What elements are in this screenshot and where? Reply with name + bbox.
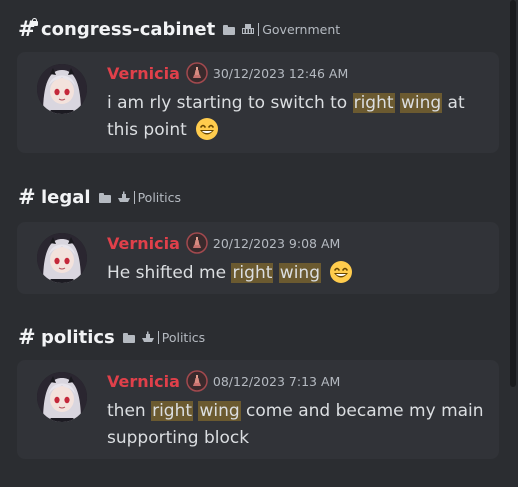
grinning-emoji-icon[interactable]: [329, 260, 353, 284]
search-highlight: right: [352, 93, 395, 113]
category-separator: [157, 330, 159, 344]
category-label: Politics: [137, 189, 182, 205]
message-text: He shifted me: [107, 263, 232, 283]
message-card[interactable]: Vernicia 30/12/2023 12:46 AM i am rly st…: [17, 52, 499, 153]
avatar[interactable]: [37, 233, 87, 283]
building-icon: [242, 24, 255, 34]
channel-name[interactable]: congress-cabinet: [41, 19, 215, 40]
role-badge-icon[interactable]: [186, 232, 208, 254]
author-name[interactable]: Vernicia: [107, 234, 180, 253]
hash-icon: #: [18, 325, 36, 349]
ship-icon: [117, 191, 130, 202]
folder-icon: [122, 333, 135, 343]
channel-name[interactable]: legal: [41, 187, 91, 208]
scrollbar[interactable]: [510, 0, 518, 487]
channel-header[interactable]: # politics Politics: [18, 324, 205, 350]
scrollbar-thumb[interactable]: [510, 0, 516, 387]
folder-icon: [98, 193, 111, 203]
author-name[interactable]: Vernicia: [107, 64, 180, 83]
category-separator: [258, 22, 260, 36]
message-meta: Vernicia 30/12/2023 12:46 AM: [107, 62, 348, 84]
avatar[interactable]: [37, 64, 87, 114]
message-text: i am rly starting to switch to: [107, 93, 353, 113]
message-card[interactable]: Vernicia 08/12/2023 7:13 AM then right w…: [17, 360, 499, 459]
search-results: # congress-cabinet Government Vernicia 3…: [0, 0, 518, 487]
search-highlight: wing: [198, 401, 241, 421]
search-highlight: wing: [399, 93, 443, 113]
message-meta: Vernicia 08/12/2023 7:13 AM: [107, 370, 340, 392]
grinning-emoji-icon[interactable]: [195, 117, 219, 141]
lock-icon: [31, 18, 38, 26]
message-meta: Vernicia 20/12/2023 9:08 AM: [107, 232, 340, 254]
message-content: i am rly starting to switch to right win…: [107, 90, 487, 144]
message-card[interactable]: Vernicia 20/12/2023 9:08 AM He shifted m…: [17, 222, 499, 294]
result-group: # legal Politics Vernicia 20/12/2023 9:0…: [0, 184, 518, 296]
category-label: Politics: [161, 329, 206, 345]
search-highlight: wing: [278, 263, 321, 283]
ship-icon: [141, 331, 154, 342]
timestamp: 30/12/2023 12:46 AM: [212, 65, 349, 81]
channel-name[interactable]: politics: [41, 327, 115, 348]
timestamp: 20/12/2023 9:08 AM: [212, 235, 341, 251]
channel-header[interactable]: # congress-cabinet Government: [18, 16, 340, 42]
result-group: # politics Politics Vernicia 08/12/2023 …: [0, 324, 518, 464]
hash-icon: #: [18, 18, 38, 40]
message-text: [273, 263, 278, 283]
message-content: He shifted me right wing: [107, 260, 487, 287]
result-group: # congress-cabinet Government Vernicia 3…: [0, 16, 518, 156]
hash-icon: #: [18, 185, 36, 209]
category-label: Government: [262, 21, 341, 37]
message-content: then right wing come and became my main …: [107, 398, 487, 452]
role-badge-icon[interactable]: [186, 62, 208, 84]
folder-icon: [223, 25, 236, 35]
channel-header[interactable]: # legal Politics: [18, 184, 181, 210]
search-highlight: right: [231, 263, 274, 283]
role-badge-icon[interactable]: [186, 370, 208, 392]
author-name[interactable]: Vernicia: [107, 372, 180, 391]
category-separator: [133, 190, 135, 204]
search-highlight: right: [151, 401, 194, 421]
message-text: then: [107, 401, 152, 421]
timestamp: 08/12/2023 7:13 AM: [212, 373, 341, 389]
avatar[interactable]: [37, 372, 87, 422]
